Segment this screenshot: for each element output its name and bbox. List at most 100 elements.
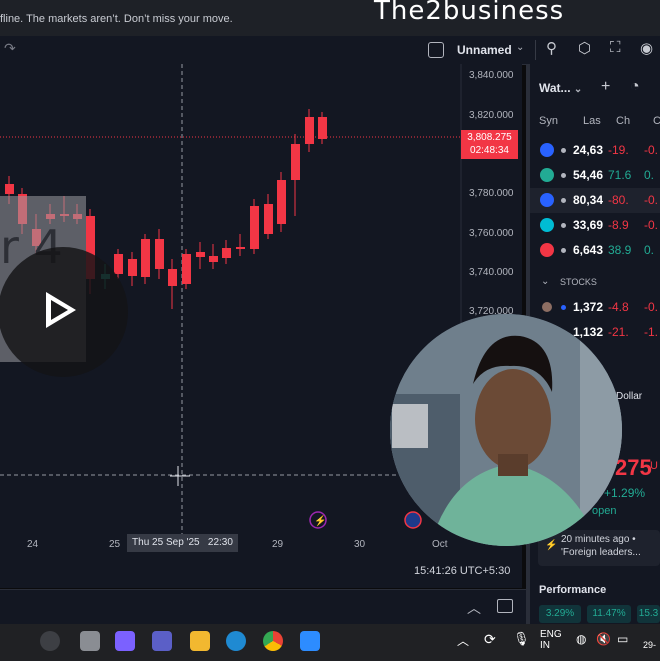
section-header-stocks[interactable]: STOCKS (560, 277, 597, 287)
watchlist-row[interactable]: 24,63 -19. -0. (530, 138, 660, 163)
change: 38.9 (608, 243, 632, 257)
status-dot (561, 198, 566, 203)
tray-chevron-icon[interactable]: ︿ (457, 632, 469, 649)
watchlist-row[interactable]: 54,46 71.6 0. (530, 163, 660, 188)
change: -4.8 (608, 300, 629, 314)
candle-body (141, 239, 150, 277)
taskbar-date[interactable]: 29- (643, 640, 656, 650)
date-tick: 24 (27, 539, 39, 550)
play-icon-inner (51, 300, 68, 320)
zoom-icon[interactable] (300, 631, 320, 651)
date-tick: Oct (432, 539, 448, 550)
change-pct: -0. (644, 193, 659, 207)
price-tick: 3,740.000 (469, 267, 514, 278)
watchlist-row[interactable]: 33,69 -8.9 -0. (530, 213, 660, 238)
candle-body (318, 117, 327, 139)
region-code: IN (540, 640, 550, 651)
last-price: 33,69 (573, 218, 604, 232)
date-tick: 30 (354, 539, 366, 550)
symbol-change-pct: +1.29% (604, 486, 646, 500)
collapse-chevron-icon[interactable]: ⌄ (541, 276, 549, 287)
current-price-label: 3,808.275 02:48:34 (461, 130, 518, 159)
snapshot-camera-icon[interactable]: ◉ (640, 39, 653, 57)
battery-icon[interactable]: ▭ (617, 632, 628, 646)
language-indicator[interactable]: ENG IN (540, 629, 562, 651)
maximize-panel-icon[interactable] (497, 599, 513, 613)
task-view-icon[interactable] (80, 631, 100, 651)
candle-body (196, 252, 205, 257)
news-headline[interactable]: 'Foreign leaders... (561, 547, 641, 558)
chrome-icon[interactable] (263, 631, 283, 651)
performance-3m: 15.3 (637, 605, 660, 623)
watchlist-row[interactable]: 6,643 38.9 0. (530, 238, 660, 263)
symbol-logo-icon (540, 243, 554, 257)
last-price: 6,643 (573, 243, 604, 257)
watchlist-title[interactable]: Wat... ⌄ (539, 81, 582, 95)
layout-checkbox[interactable] (428, 42, 444, 58)
stock-row[interactable]: 1,372 -4.8 -0. (530, 295, 660, 320)
candle-body (168, 269, 177, 286)
change: -8.9 (608, 218, 629, 232)
symbol-logo-icon (540, 143, 554, 157)
candle-body (277, 180, 286, 224)
watchlist-name: Wat... (539, 81, 571, 95)
change-pct: -0. (644, 218, 659, 232)
price-tick: 3,760.000 (469, 228, 514, 239)
status-dot (561, 148, 566, 153)
settings-gear-icon[interactable]: ⬡ (578, 39, 591, 57)
price-tick: 3,780.000 (469, 188, 514, 199)
toolbar-divider (535, 40, 536, 60)
chevron-down-icon[interactable]: ⌄ (516, 42, 524, 53)
crosshair-date: Thu 25 Sep '25 (132, 537, 200, 548)
lightning-icon: ⚡ (545, 540, 558, 551)
advanced-view-icon[interactable]: ◔ (630, 78, 640, 96)
webcam-overlay (390, 314, 622, 546)
edge-browser-icon[interactable] (226, 631, 246, 651)
network-icon[interactable]: ◍ (576, 632, 586, 646)
price-tick: 3,840.000 (469, 70, 514, 81)
symbol-logo-icon (540, 193, 554, 207)
chart-toolbar (0, 36, 660, 65)
fullscreen-icon[interactable]: ⛶ (610, 39, 621, 56)
symbol-logo-icon (540, 168, 554, 182)
candle-body (209, 256, 218, 262)
column-header-change-pct[interactable]: C (653, 115, 660, 127)
chevron-up-icon[interactable]: ︿ (467, 598, 481, 618)
last-price: 80,34 (573, 193, 604, 207)
column-header-last[interactable]: Las (583, 115, 601, 127)
crosshair-date-label: Thu 25 Sep '25 22:30 (127, 534, 238, 552)
candle-body (264, 204, 273, 234)
column-header-symbol[interactable]: Syn (539, 115, 558, 127)
teams-icon[interactable] (152, 631, 172, 651)
performance-1m: 11.47% (587, 605, 631, 623)
quick-search-icon[interactable]: ⚲ (546, 39, 557, 57)
add-symbol-icon[interactable]: + (601, 78, 610, 96)
symbol-logo-icon (540, 218, 554, 232)
change-pct: 0. (644, 243, 655, 257)
copilot-icon[interactable] (115, 631, 135, 651)
sync-icon[interactable]: ⟳ (484, 631, 496, 648)
last-price: 1,372 (573, 300, 604, 314)
candle-body (182, 254, 191, 284)
chevron-down-icon: ⌄ (573, 84, 583, 95)
change-pct: -0. (644, 300, 659, 314)
symbol-price-suffix: U (650, 460, 658, 472)
file-explorer-icon[interactable] (190, 631, 210, 651)
chart-clock: 15:41:26 UTC+5:30 (414, 565, 511, 577)
widgets-icon[interactable] (40, 631, 60, 651)
current-price: 3,808.275 (467, 132, 512, 143)
date-tick: 29 (272, 539, 284, 550)
volume-muted-icon[interactable]: 🔇 (596, 632, 611, 646)
microphone-icon[interactable]: 🎙 (513, 631, 530, 647)
change: -19. (608, 143, 629, 157)
redo-icon[interactable]: ↷ (4, 40, 16, 57)
symbol-name: Dollar (616, 391, 643, 402)
status-dot (561, 223, 566, 228)
language-code: ENG (540, 629, 562, 640)
watchlist-row[interactable]: 80,34 -80. -0. (530, 188, 660, 213)
price-tick: 3,820.000 (469, 110, 514, 121)
column-header-change[interactable]: Ch (616, 115, 630, 127)
symbol-price: 275 (615, 455, 652, 480)
candle-body (222, 248, 231, 258)
layout-name-button[interactable]: Unnamed (457, 43, 512, 57)
